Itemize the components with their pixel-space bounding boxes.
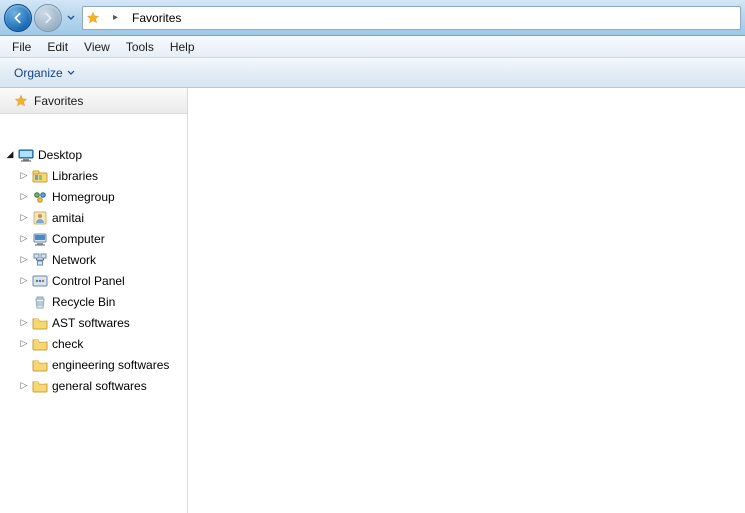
folder-tree: ◢ Desktop ▷ Libraries ▷ Homegroup ▷ amitai ▷ Comp…: [0, 114, 187, 396]
tree-item-label: Libraries: [52, 169, 98, 183]
recycle-icon: [32, 294, 48, 310]
tree-item-homegroup[interactable]: ▷ Homegroup: [0, 186, 187, 207]
expander-closed-icon[interactable]: ▷: [18, 233, 30, 245]
tree-item-label: engineering softwares: [52, 358, 169, 372]
computer-icon: [32, 231, 48, 247]
tree-item-label: AST softwares: [52, 316, 130, 330]
organize-label: Organize: [14, 66, 63, 80]
expander-closed-icon[interactable]: ▷: [18, 275, 30, 287]
tree-item-label: Recycle Bin: [52, 295, 115, 309]
forward-button[interactable]: [34, 4, 62, 32]
homegroup-icon: [32, 189, 48, 205]
tree-item-label: Homegroup: [52, 190, 115, 204]
tree-item-network[interactable]: ▷ Network: [0, 249, 187, 270]
expander-closed-icon[interactable]: ▷: [18, 317, 30, 329]
arrow-right-icon: [41, 11, 55, 25]
tree-item-label: Computer: [52, 232, 105, 246]
history-dropdown[interactable]: [64, 8, 78, 28]
expander-closed-icon[interactable]: ▷: [18, 170, 30, 182]
controlpanel-icon: [32, 273, 48, 289]
content-pane[interactable]: [188, 88, 745, 513]
favorites-star-icon: [83, 11, 103, 25]
network-icon: [32, 252, 48, 268]
folder-icon: [32, 315, 48, 331]
tree-item-libraries[interactable]: ▷ Libraries: [0, 165, 187, 186]
menu-file[interactable]: File: [4, 38, 39, 56]
favorites-header-label: Favorites: [34, 94, 83, 108]
tree-item-general-softwares[interactable]: ▷ general softwares: [0, 375, 187, 396]
organize-button[interactable]: Organize: [8, 64, 81, 82]
tree-item-amitai[interactable]: ▷ amitai: [0, 207, 187, 228]
breadcrumb-root[interactable]: ▸: [103, 7, 126, 29]
tree-item-desktop[interactable]: ◢ Desktop: [0, 144, 187, 165]
command-bar: Organize: [0, 58, 745, 88]
user-icon: [32, 210, 48, 226]
tree-item-check[interactable]: ▷ check: [0, 333, 187, 354]
back-button[interactable]: [4, 4, 32, 32]
expander-closed-icon[interactable]: ▷: [18, 212, 30, 224]
menu-view[interactable]: View: [76, 38, 118, 56]
folder-icon: [32, 357, 48, 373]
chevron-down-icon: [67, 70, 75, 76]
expander-closed-icon[interactable]: ▷: [18, 191, 30, 203]
desktop-icon: [18, 147, 34, 163]
tree-item-recycle-bin[interactable]: ▷Recycle Bin: [0, 291, 187, 312]
tree-item-label: Network: [52, 253, 96, 267]
menu-tools[interactable]: Tools: [118, 38, 162, 56]
tree-item-label: amitai: [52, 211, 84, 225]
tree-item-label: Control Panel: [52, 274, 125, 288]
breadcrumb-favorites[interactable]: Favorites: [126, 7, 185, 29]
favorites-section-header[interactable]: Favorites: [0, 88, 187, 114]
tree-item-label: check: [52, 337, 83, 351]
menu-help[interactable]: Help: [162, 38, 203, 56]
menu-bar: File Edit View Tools Help: [0, 36, 745, 58]
chevron-down-icon: [67, 15, 75, 21]
expander-closed-icon[interactable]: ▷: [18, 380, 30, 392]
address-bar[interactable]: ▸ Favorites: [82, 6, 741, 30]
folder-icon: [32, 336, 48, 352]
star-icon: [14, 94, 28, 108]
navigation-bar: ▸ Favorites: [0, 0, 745, 36]
arrow-left-icon: [11, 11, 25, 25]
breadcrumb-label: Favorites: [132, 11, 181, 25]
navigation-pane: Favorites ◢ Desktop ▷ Libraries ▷ Homegroup ▷ a…: [0, 88, 188, 513]
menu-edit[interactable]: Edit: [39, 38, 76, 56]
libraries-icon: [32, 168, 48, 184]
tree-item-label: Desktop: [38, 148, 82, 162]
explorer-body: Favorites ◢ Desktop ▷ Libraries ▷ Homegroup ▷ a…: [0, 88, 745, 513]
tree-item-ast-softwares[interactable]: ▷ AST softwares: [0, 312, 187, 333]
chevron-right-icon: ▸: [109, 12, 122, 23]
tree-item-control-panel[interactable]: ▷ Control Panel: [0, 270, 187, 291]
tree-item-label: general softwares: [52, 379, 147, 393]
tree-item-engineering-softwares[interactable]: ▷engineering softwares: [0, 354, 187, 375]
expander-closed-icon[interactable]: ▷: [18, 254, 30, 266]
expander-open-icon[interactable]: ◢: [4, 149, 16, 161]
expander-closed-icon[interactable]: ▷: [18, 338, 30, 350]
tree-item-computer[interactable]: ▷ Computer: [0, 228, 187, 249]
folder-icon: [32, 378, 48, 394]
